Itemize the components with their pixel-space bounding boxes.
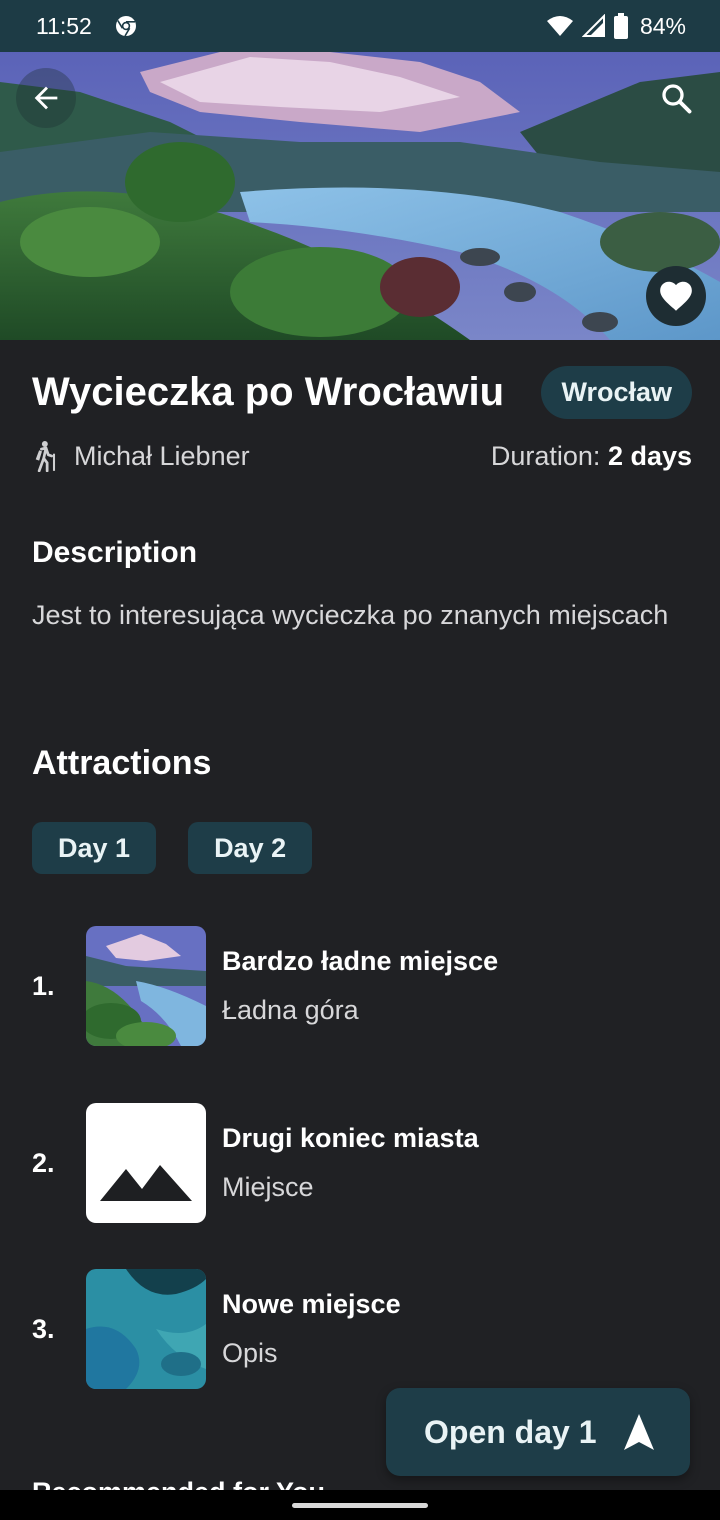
item-subtitle: Miejsce xyxy=(222,1172,314,1202)
item-text: Drugi koniec miasta Miejsce xyxy=(222,1123,479,1203)
duration-value: 2 days xyxy=(607,440,692,471)
wifi-icon xyxy=(546,16,573,36)
arrow-back-icon xyxy=(34,86,58,110)
meta-row: Michał Liebner Duration: 2 days xyxy=(32,440,692,472)
description-heading: Description xyxy=(32,536,198,569)
battery-icon xyxy=(613,13,628,39)
duration: Duration: 2 days xyxy=(491,441,692,472)
home-handle[interactable] xyxy=(292,1503,428,1508)
item-title: Bardzo ładne miejsce xyxy=(222,946,499,976)
item-title: Drugi koniec miasta xyxy=(222,1123,479,1153)
tour-title: Wycieczka po Wrocławiu xyxy=(32,370,505,414)
image-placeholder-icon xyxy=(86,1103,206,1223)
heart-icon xyxy=(660,281,692,311)
battery-percent: 84% xyxy=(639,12,686,39)
signal-icon xyxy=(581,14,605,37)
favorite-button[interactable] xyxy=(646,266,706,326)
item-number: 3. xyxy=(32,1313,55,1344)
open-day-label: Open day 1 xyxy=(424,1413,597,1450)
item-subtitle: Ładna góra xyxy=(222,995,359,1025)
mountain-photo xyxy=(86,926,206,1046)
chrome-icon xyxy=(115,16,136,37)
system-nav-bar xyxy=(0,1490,720,1520)
status-time: 11:52 xyxy=(36,12,92,39)
water-photo xyxy=(86,1269,206,1389)
title-row: Wycieczka po Wrocławiu Wrocław xyxy=(32,366,692,419)
list-item[interactable]: 2. Drugi koniec miasta Miejsce xyxy=(32,1103,692,1223)
search-icon xyxy=(662,84,692,114)
city-chip[interactable]: Wrocław xyxy=(541,366,692,419)
day-tabs: Day 1 Day 2 xyxy=(32,822,313,874)
back-button[interactable] xyxy=(16,68,76,128)
list-item[interactable]: 1. Bardzo ładne miejsce Ładna góra xyxy=(32,926,692,1046)
navigation-arrow-icon xyxy=(623,1414,654,1450)
item-text: Bardzo ładne miejsce Ładna góra xyxy=(222,946,498,1026)
item-text: Nowe miejsce Opis xyxy=(222,1289,401,1369)
author-name: Michał Liebner xyxy=(74,440,250,471)
item-number: 1. xyxy=(32,970,55,1001)
open-day-button[interactable]: Open day 1 xyxy=(386,1388,690,1476)
item-number: 2. xyxy=(32,1147,55,1178)
tab-day-1[interactable]: Day 1 xyxy=(32,822,157,874)
hiking-icon xyxy=(35,441,56,472)
hero-image xyxy=(0,52,720,340)
status-bar: 11:52 84% xyxy=(0,0,720,52)
item-subtitle: Opis xyxy=(222,1338,278,1368)
search-button[interactable] xyxy=(646,68,706,128)
attractions-heading: Attractions xyxy=(32,744,212,782)
item-title: Nowe miejsce xyxy=(222,1289,401,1319)
duration-label: Duration: xyxy=(490,440,608,471)
tab-day-2[interactable]: Day 2 xyxy=(188,822,313,874)
mountain-valley-photo xyxy=(0,52,720,340)
author: Michał Liebner xyxy=(32,440,250,472)
description-text: Jest to interesująca wycieczka po znanyc… xyxy=(32,600,669,630)
list-item[interactable]: 3. Nowe miejsce Opis xyxy=(32,1269,692,1389)
